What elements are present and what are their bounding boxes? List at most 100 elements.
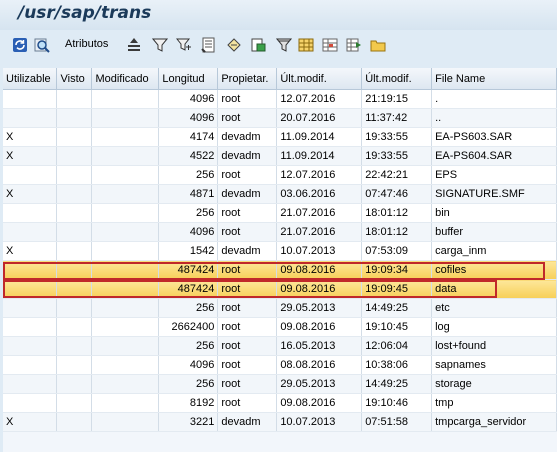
cell-propietario: root xyxy=(217,89,278,109)
col-header-ult-modif-date[interactable]: Últ.modif. xyxy=(276,68,363,90)
table-row[interactable]: 256 root 29.05.2013 14:49:25 storage xyxy=(3,374,557,394)
table-row[interactable]: 256 root 21.07.2016 18:01:12 bin xyxy=(3,203,557,223)
col-header-ult-modif-time[interactable]: Últ.modif. xyxy=(361,68,433,90)
cell-ult-modif-time: 19:10:45 xyxy=(361,317,433,337)
col-header-file-name[interactable]: File Name xyxy=(431,68,557,90)
col-header-propietario[interactable]: Propietar. xyxy=(217,68,278,90)
cell-file-name: EPS xyxy=(431,165,557,185)
cell-utilizable: X xyxy=(3,184,58,204)
cell-file-name: storage xyxy=(431,374,557,394)
cell-propietario: root xyxy=(217,317,278,337)
cell-utilizable xyxy=(3,108,58,128)
grid-icon[interactable] xyxy=(298,37,314,53)
search-icon[interactable] xyxy=(34,37,50,53)
cell-ult-modif-date: 12.07.2016 xyxy=(276,165,363,185)
cell-visto xyxy=(56,393,93,413)
cell-modificado xyxy=(91,279,160,299)
title-bar: /usr/sap/trans xyxy=(0,0,557,30)
cell-longitud: 4096 xyxy=(158,355,219,375)
cell-utilizable xyxy=(3,89,58,109)
cell-propietario: root xyxy=(217,279,278,299)
table-row[interactable]: 8192 root 09.08.2016 19:10:46 tmp xyxy=(3,393,557,413)
cell-propietario: devadm xyxy=(217,127,278,147)
cell-file-name: carga_inm xyxy=(431,241,557,261)
cell-file-name: EA-PS604.SAR xyxy=(431,146,557,166)
sum-icon[interactable] xyxy=(200,37,216,53)
atributos-button[interactable]: Atributos xyxy=(65,38,108,50)
cell-longitud: 4871 xyxy=(158,184,219,204)
cell-utilizable xyxy=(3,374,58,394)
cell-modificado xyxy=(91,355,160,375)
table-row[interactable]: X 4522 devadm 11.09.2014 19:33:55 EA-PS604.SA… xyxy=(3,146,557,166)
subtotal-icon[interactable] xyxy=(226,37,242,53)
cell-modificado xyxy=(91,260,160,280)
refresh-icon[interactable] xyxy=(12,37,28,53)
cell-ult-modif-time: 10:38:06 xyxy=(361,355,433,375)
table-row[interactable]: 487424 root 09.08.2016 19:09:45 data xyxy=(3,279,557,299)
cell-file-name: SIGNATURE.SMF xyxy=(431,184,557,204)
folder-icon[interactable] xyxy=(370,37,386,53)
table-row[interactable]: 4096 root 21.07.2016 18:01:12 buffer xyxy=(3,222,557,242)
cell-file-name: etc xyxy=(431,298,557,318)
cell-visto xyxy=(56,241,93,261)
table-row[interactable]: 4096 root 20.07.2016 11:37:42.. xyxy=(3,108,557,128)
table-row[interactable]: 256 root 16.05.2013 12:06:04 lost+found xyxy=(3,336,557,356)
cell-utilizable xyxy=(3,317,58,337)
cell-modificado xyxy=(91,127,160,147)
cell-ult-modif-time: 22:42:21 xyxy=(361,165,433,185)
cell-ult-modif-date: 09.08.2016 xyxy=(276,393,363,413)
cell-propietario: root xyxy=(217,374,278,394)
cell-file-name: tmpcarga_servidor xyxy=(431,412,557,432)
cell-longitud: 487424 xyxy=(158,279,219,299)
table-row[interactable]: 256 root 29.05.2013 14:49:25 etc xyxy=(3,298,557,318)
cell-ult-modif-time: 19:10:46 xyxy=(361,393,433,413)
cell-ult-modif-date: 11.09.2014 xyxy=(276,146,363,166)
cell-ult-modif-time: 14:49:25 xyxy=(361,374,433,394)
cell-modificado xyxy=(91,412,160,432)
cell-file-name: buffer xyxy=(431,222,557,242)
select-layout-icon[interactable] xyxy=(346,37,362,53)
cell-visto xyxy=(56,146,93,166)
table-row[interactable]: X 1542 devadm 10.07.2013 07:53:09 carga_inm xyxy=(3,241,557,261)
cell-utilizable xyxy=(3,260,58,280)
cell-propietario: root xyxy=(217,165,278,185)
col-header-longitud[interactable]: Longitud xyxy=(158,68,219,90)
table-row[interactable]: X 3221 devadm 10.07.2013 07:51:58 tmpcarga_se… xyxy=(3,412,557,432)
col-header-modificado[interactable]: Modificado xyxy=(91,68,160,90)
col-header-utilizable[interactable]: Utilizable xyxy=(3,68,58,90)
filter-set-icon[interactable] xyxy=(176,37,192,53)
cell-ult-modif-time: 07:53:09 xyxy=(361,241,433,261)
col-header-visto[interactable]: Visto xyxy=(56,68,93,90)
cell-utilizable xyxy=(3,203,58,223)
table-row[interactable]: 4096 root 08.08.2016 10:38:06 sapnames xyxy=(3,355,557,375)
filter-funnel-icon[interactable] xyxy=(152,37,168,53)
table-row[interactable]: 256 root 12.07.2016 22:42:21 EPS xyxy=(3,165,557,185)
table-row[interactable]: 487424 root 09.08.2016 19:09:34 cofiles xyxy=(3,260,557,280)
cell-ult-modif-time: 11:37:42 xyxy=(361,108,433,128)
cell-visto xyxy=(56,355,93,375)
cell-visto xyxy=(56,374,93,394)
table-row[interactable]: 2662400 root 09.08.2016 19:10:45 log xyxy=(3,317,557,337)
align-icon[interactable] xyxy=(126,37,142,53)
cell-longitud: 4096 xyxy=(158,222,219,242)
page-title: /usr/sap/trans xyxy=(18,3,152,23)
cell-propietario: devadm xyxy=(217,184,278,204)
table-row[interactable]: X 4871 devadm 03.06.2016 07:47:46 SIGNATURE.S… xyxy=(3,184,557,204)
cell-ult-modif-date: 12.07.2016 xyxy=(276,89,363,109)
table-row[interactable]: X 4174 devadm 11.09.2014 19:33:55 EA-PS603.SA… xyxy=(3,127,557,147)
cell-visto xyxy=(56,127,93,147)
cell-file-name: log xyxy=(431,317,557,337)
cell-file-name: . xyxy=(431,89,557,109)
layout-icon[interactable] xyxy=(322,37,338,53)
cell-ult-modif-date: 08.08.2016 xyxy=(276,355,363,375)
cell-longitud: 4096 xyxy=(158,89,219,109)
export-icon[interactable] xyxy=(276,37,292,53)
print-preview-icon[interactable] xyxy=(250,37,266,53)
table-row[interactable]: 4096 root 12.07.2016 21:19:15. xyxy=(3,89,557,109)
cell-modificado xyxy=(91,317,160,337)
cell-visto xyxy=(56,260,93,280)
cell-propietario: root xyxy=(217,203,278,223)
cell-utilizable xyxy=(3,298,58,318)
cell-ult-modif-date: 11.09.2014 xyxy=(276,127,363,147)
cell-modificado xyxy=(91,374,160,394)
